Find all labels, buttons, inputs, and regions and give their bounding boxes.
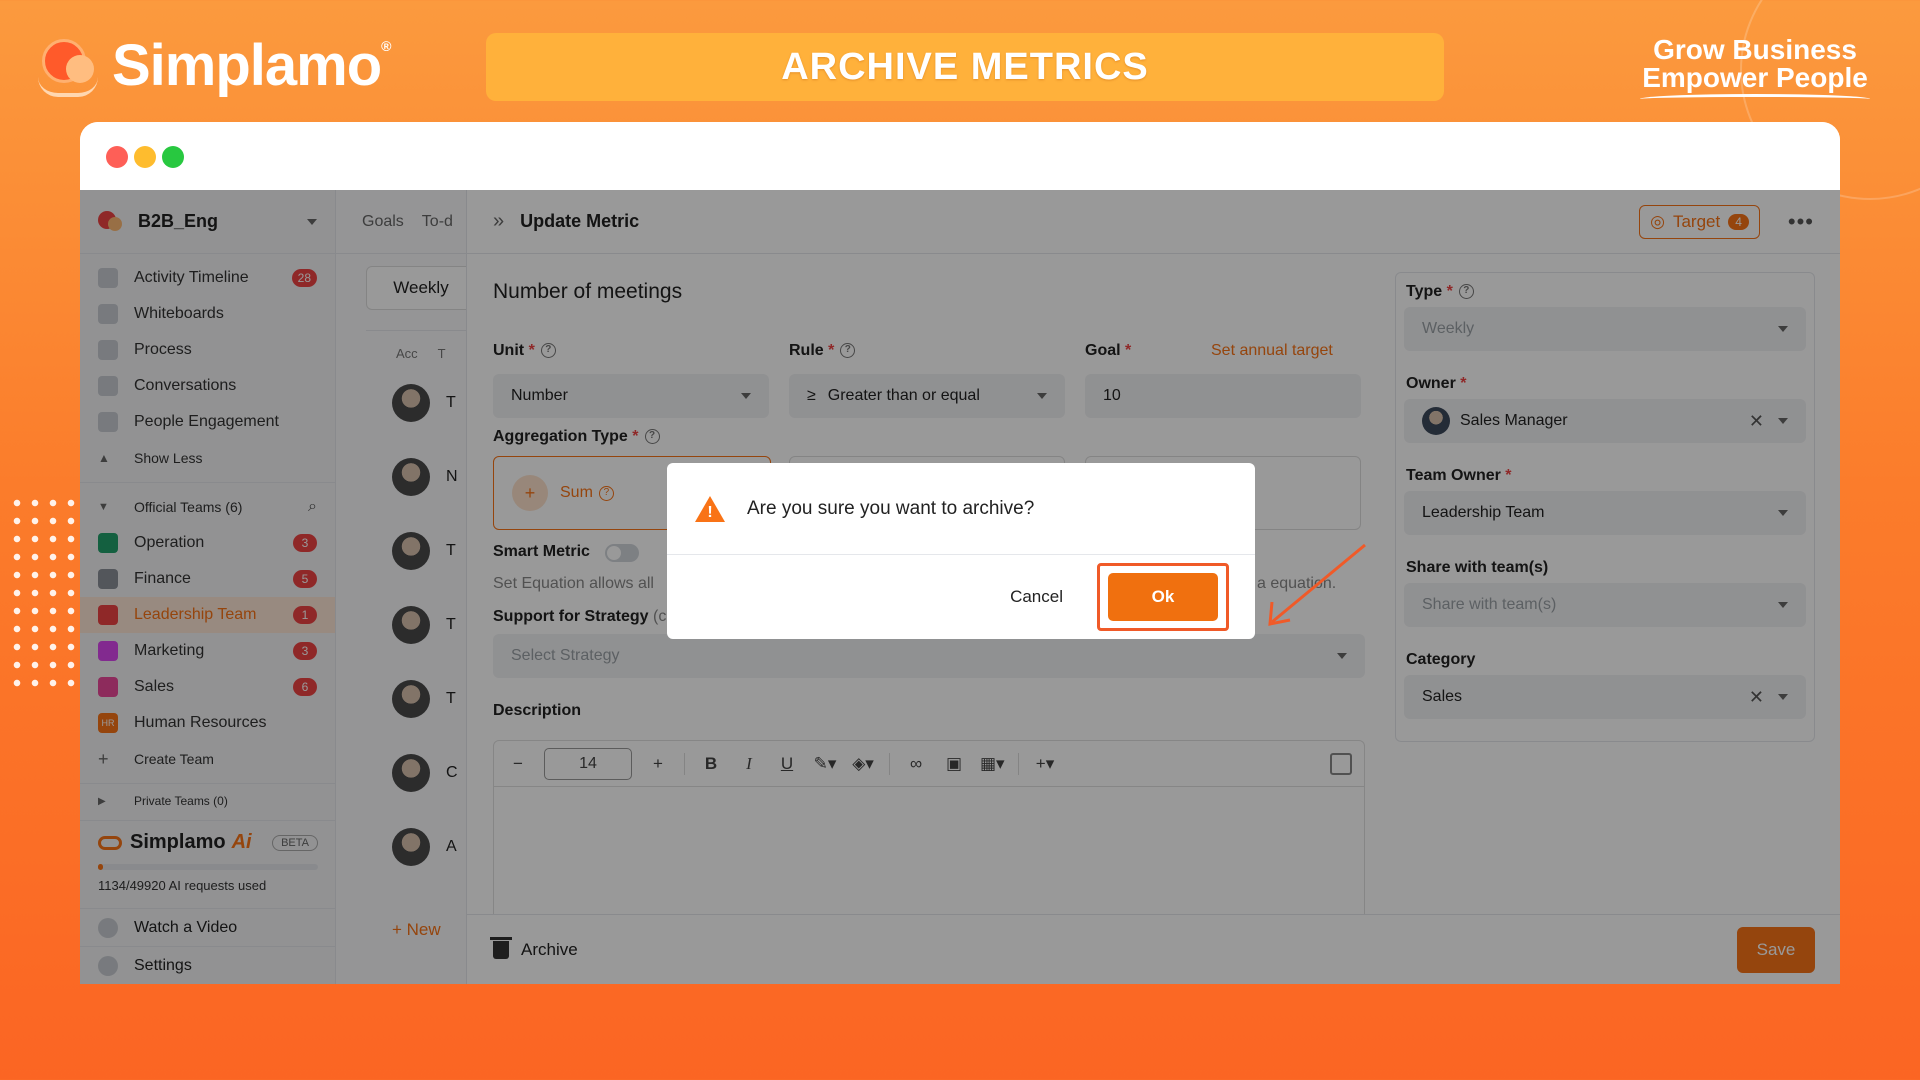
simplamo-logo-icon: [36, 33, 102, 99]
watermark: [1852, 220, 1912, 1080]
cancel-button[interactable]: Cancel: [1010, 587, 1063, 607]
minimize-window-icon[interactable]: [134, 146, 156, 168]
decor-dots: [8, 494, 82, 694]
warning-icon: !: [695, 494, 725, 524]
tagline: Grow Business Empower People: [1630, 36, 1880, 104]
window-titlebar: [80, 122, 1840, 190]
ok-button-highlight: Ok: [1097, 563, 1229, 631]
pointer-arrow-icon: [1268, 543, 1366, 626]
ok-button[interactable]: Ok: [1108, 573, 1218, 621]
archive-confirm-dialog: ! Are you sure you want to archive? Canc…: [667, 463, 1255, 639]
brand-name: Simplamo®: [112, 33, 392, 98]
maximize-window-icon[interactable]: [162, 146, 184, 168]
app-window: B2B_Eng Activity Timeline 28 Whiteboards…: [80, 122, 1840, 984]
close-window-icon[interactable]: [106, 146, 128, 168]
dialog-message: Are you sure you want to archive?: [747, 497, 1035, 519]
brand: Simplamo®: [36, 32, 392, 99]
banner-title: ARCHIVE METRICS: [486, 33, 1444, 101]
